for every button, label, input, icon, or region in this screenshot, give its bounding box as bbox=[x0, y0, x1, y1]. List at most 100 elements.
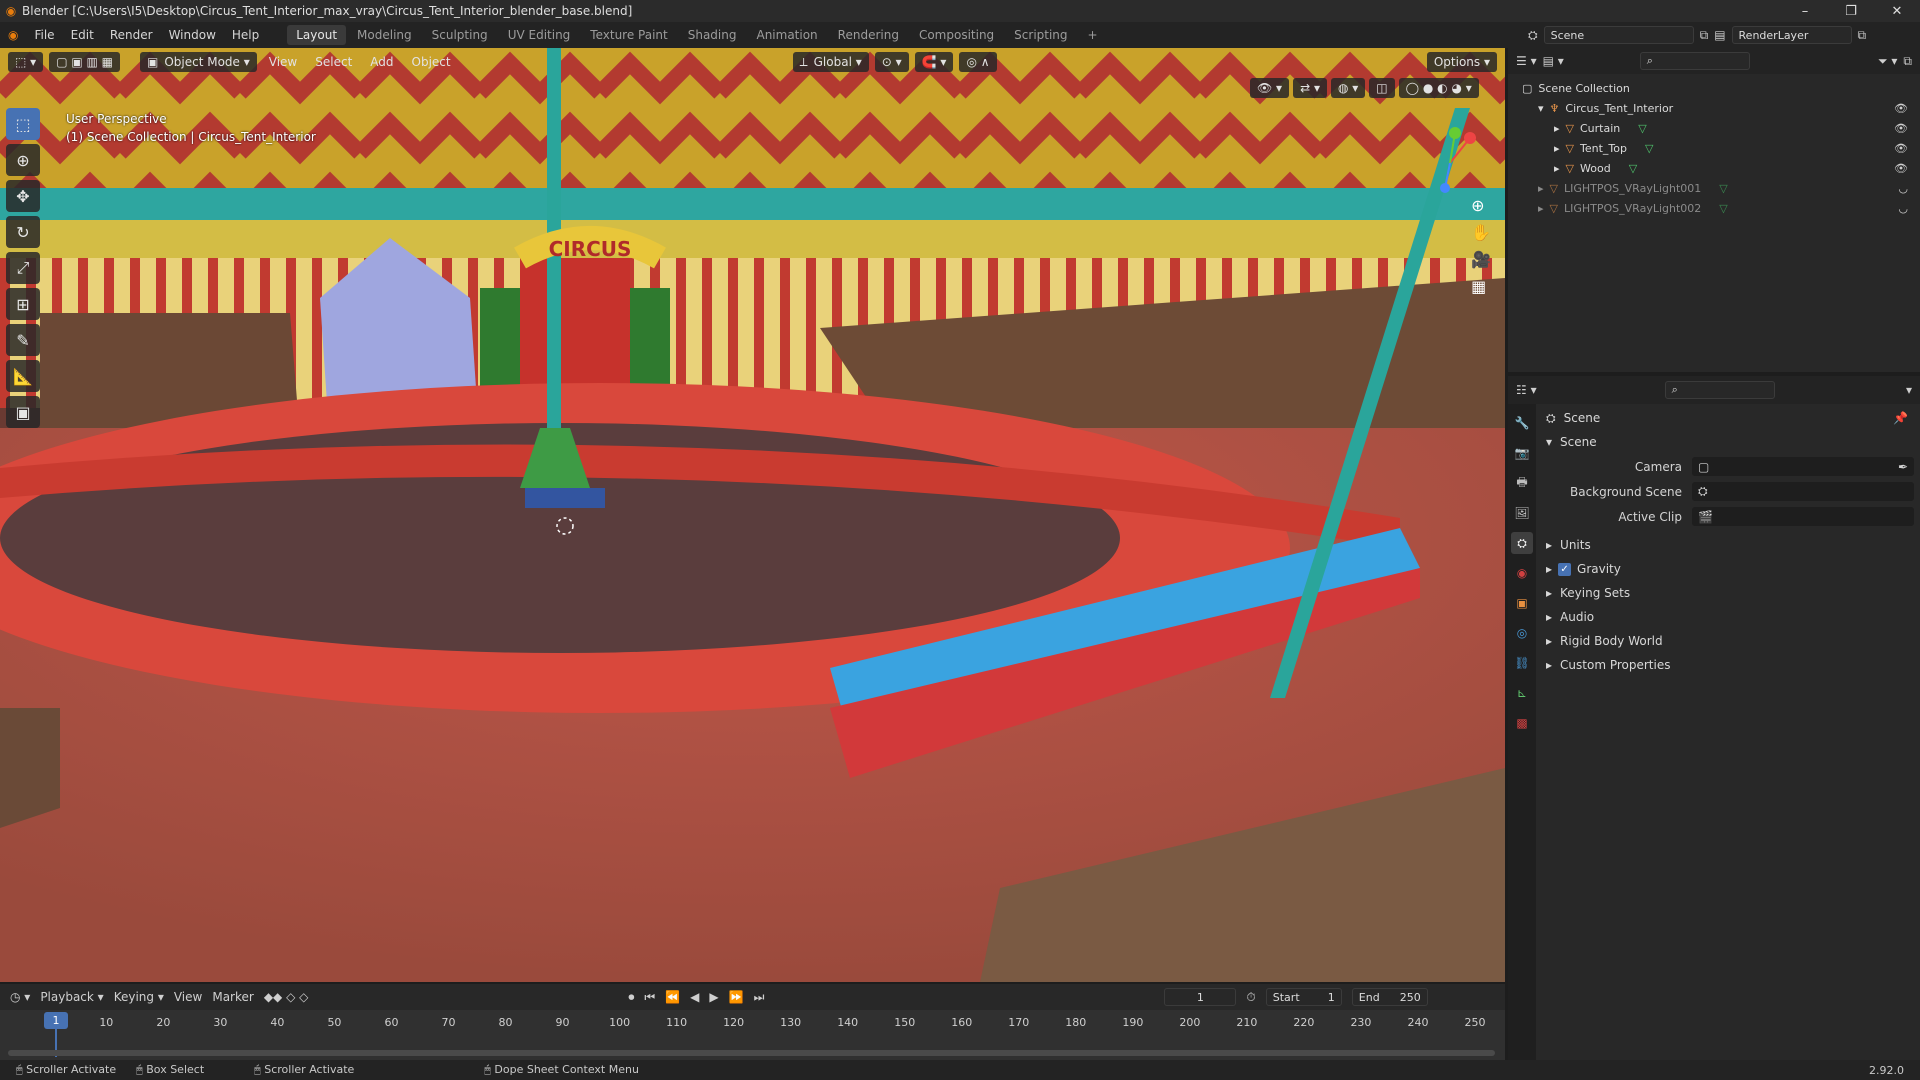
menu-window[interactable]: Window bbox=[161, 28, 224, 42]
output-tab-icon[interactable]: 🖶 bbox=[1511, 472, 1533, 494]
menu-render[interactable]: Render bbox=[102, 28, 161, 42]
xray-icon[interactable]: ◫ bbox=[1369, 78, 1395, 98]
properties-options-icon[interactable]: ▾ bbox=[1906, 383, 1912, 397]
menu-keying[interactable]: Keying ▾ bbox=[114, 990, 164, 1004]
panel-audio[interactable]: ▸ Audio bbox=[1542, 605, 1914, 629]
panel-custom-properties[interactable]: ▸ Custom Properties bbox=[1542, 653, 1914, 677]
menu-file[interactable]: File bbox=[26, 28, 62, 42]
view-layer-field[interactable]: RenderLayer bbox=[1731, 26, 1852, 44]
panel-scene-header[interactable]: ▾ Scene bbox=[1542, 430, 1914, 454]
expand-arrow-icon[interactable]: ▸ bbox=[1538, 202, 1544, 215]
texture-tab-icon[interactable]: ▩ bbox=[1511, 712, 1533, 734]
tab-animation[interactable]: Animation bbox=[747, 25, 826, 45]
measure-tool[interactable]: 📐 bbox=[6, 360, 40, 392]
scale-tool[interactable]: ⤢ bbox=[6, 252, 40, 284]
add-cube-tool[interactable]: ▣ bbox=[6, 396, 40, 428]
tab-scripting[interactable]: Scripting bbox=[1005, 25, 1076, 45]
gravity-checkbox[interactable]: ✓ bbox=[1558, 562, 1572, 576]
visibility-eye-icon[interactable]: 👁 bbox=[1894, 102, 1908, 115]
filter-icon[interactable]: ⏷ ▾ bbox=[1878, 54, 1897, 69]
editor-type-selector[interactable]: ⬚ ▾ bbox=[8, 52, 44, 72]
annotate-tool[interactable]: ✎ bbox=[6, 324, 40, 356]
menu-view[interactable]: View bbox=[263, 55, 303, 69]
next-keyframe-icon[interactable]: ⏩ bbox=[729, 990, 744, 1004]
shading-mode-icon[interactable]: ◯ ● ◐ ◕ ▾ bbox=[1398, 78, 1479, 98]
rotate-tool[interactable]: ↻ bbox=[6, 216, 40, 248]
visibility-eye-icon[interactable]: 👁 bbox=[1894, 142, 1908, 155]
world-tab-icon[interactable]: ◉ bbox=[1511, 562, 1533, 584]
prev-keyframe-icon[interactable]: ⏪ bbox=[665, 990, 680, 1004]
tool-tab-icon[interactable]: 🔧 bbox=[1511, 412, 1533, 434]
keyframe-icon[interactable]: ◆◆ ◇ ◇ bbox=[264, 990, 309, 1004]
camera-view-icon[interactable]: 🎥 bbox=[1471, 250, 1491, 269]
tab-rendering[interactable]: Rendering bbox=[829, 25, 908, 45]
outliner-root[interactable]: ▢ Scene Collection bbox=[1508, 78, 1920, 98]
gizmo-toggle-icon[interactable]: ⇄ ▾ bbox=[1293, 78, 1327, 98]
scene-new-icon[interactable]: ⧉ bbox=[1700, 28, 1709, 43]
scene-field[interactable]: Scene bbox=[1543, 26, 1694, 44]
select-mode-icon[interactable]: ▢ ▣ ▥ ▦ bbox=[49, 52, 120, 72]
visibility-eye-icon[interactable]: 👁 bbox=[1894, 162, 1908, 175]
zoom-icon[interactable]: ⊕ bbox=[1471, 196, 1491, 215]
outliner-editor-icon[interactable]: ☰ ▾ bbox=[1516, 54, 1537, 68]
menu-edit[interactable]: Edit bbox=[63, 28, 102, 42]
play-reverse-icon[interactable]: ◀ bbox=[690, 990, 699, 1004]
visibility-eye-icon[interactable]: 👁 bbox=[1894, 122, 1908, 135]
maximize-button[interactable]: ❐ bbox=[1828, 4, 1874, 19]
record-icon[interactable]: ⏺ bbox=[628, 990, 634, 1005]
expand-arrow-icon[interactable]: ▸ bbox=[1554, 142, 1560, 155]
outliner-row-vraylight002[interactable]: ▸ ▽ LIGHTPOS_VRayLight002 ▽ ◡ bbox=[1508, 198, 1920, 218]
select-box-tool[interactable]: ⬚ bbox=[6, 108, 40, 140]
properties-search-input[interactable]: ⌕ bbox=[1664, 381, 1775, 399]
camera-field[interactable]: ▢ ✒ bbox=[1692, 457, 1914, 476]
menu-timeline-view[interactable]: View bbox=[174, 990, 202, 1004]
pin-icon[interactable]: 📌 bbox=[1893, 411, 1908, 425]
move-tool[interactable]: ✥ bbox=[6, 180, 40, 212]
render-tab-icon[interactable]: 📷 bbox=[1511, 442, 1533, 464]
hidden-eye-icon[interactable]: ◡ bbox=[1898, 202, 1908, 215]
physics-tab-icon[interactable]: ◎ bbox=[1511, 622, 1533, 644]
data-tab-icon[interactable]: ⊾ bbox=[1511, 682, 1533, 704]
transform-orientation-dropdown[interactable]: ⟂ Global ▾ bbox=[792, 52, 869, 72]
stopwatch-icon[interactable]: ⏱ bbox=[1246, 990, 1255, 1005]
expand-arrow-icon[interactable]: ▸ bbox=[1554, 122, 1560, 135]
timeline-area[interactable]: 10 20 30 40 50 60 70 80 90 100 110 120 130 140 150 160 1… bbox=[0, 1010, 1505, 1060]
pan-hand-icon[interactable]: ✋ bbox=[1471, 223, 1491, 242]
menu-marker[interactable]: Marker bbox=[212, 990, 253, 1004]
tab-texture-paint[interactable]: Texture Paint bbox=[581, 25, 676, 45]
minimize-button[interactable]: – bbox=[1782, 4, 1828, 19]
outliner-row-vraylight001[interactable]: ▸ ▽ LIGHTPOS_VRayLight001 ▽ ◡ bbox=[1508, 178, 1920, 198]
panel-rigid-body-world[interactable]: ▸ Rigid Body World bbox=[1542, 629, 1914, 653]
menu-help[interactable]: Help bbox=[224, 28, 267, 42]
proportional-edit-icon[interactable]: ◎ ∧ bbox=[959, 52, 997, 72]
timeline-editor-icon[interactable]: ◷ ▾ bbox=[10, 990, 30, 1004]
outliner-row-tent-top[interactable]: ▸ ▽ Tent_Top ▽ 👁 bbox=[1508, 138, 1920, 158]
properties-editor-icon[interactable]: ☷ ▾ bbox=[1516, 383, 1537, 397]
tab-layout[interactable]: Layout bbox=[287, 25, 347, 45]
expand-arrow-icon[interactable]: ▾ bbox=[1538, 102, 1544, 115]
options-button[interactable]: Options ▾ bbox=[1426, 52, 1497, 72]
display-mode-icon[interactable]: ▤ ▾ bbox=[1543, 54, 1564, 68]
tab-modeling[interactable]: Modeling bbox=[348, 25, 421, 45]
object-mode-dropdown[interactable]: ▣ Object Mode ▾ bbox=[139, 52, 257, 72]
play-icon[interactable]: ▶ bbox=[709, 990, 718, 1004]
scene-tab-icon[interactable]: ⛭ bbox=[1511, 532, 1533, 554]
editor-type-icon[interactable]: ◉ bbox=[0, 28, 26, 42]
close-button[interactable]: ✕ bbox=[1874, 4, 1920, 19]
overlay-toggle-icon[interactable]: ◍ ▾ bbox=[1330, 78, 1366, 98]
menu-add[interactable]: Add bbox=[364, 55, 399, 69]
cursor-tool[interactable]: ⊕ bbox=[6, 144, 40, 176]
new-collection-icon[interactable]: ⧉ bbox=[1903, 54, 1912, 69]
eyedropper-icon[interactable]: ✒ bbox=[1898, 460, 1908, 474]
playhead[interactable]: 1 bbox=[44, 1012, 68, 1029]
background-scene-field[interactable]: ⛭ bbox=[1692, 482, 1914, 501]
outliner-search-input[interactable]: ⌕ bbox=[1639, 52, 1750, 70]
tab-uv-editing[interactable]: UV Editing bbox=[499, 25, 580, 45]
visibility-icon[interactable]: 👁 ▾ bbox=[1250, 78, 1290, 98]
snap-icon[interactable]: 🧲 ▾ bbox=[914, 52, 954, 72]
add-workspace-button[interactable]: + bbox=[1079, 25, 1107, 45]
transform-tool[interactable]: ⊞ bbox=[6, 288, 40, 320]
view-layer-tab-icon[interactable]: 🖼 bbox=[1511, 502, 1533, 524]
menu-object[interactable]: Object bbox=[406, 55, 457, 69]
navigation-gizmo[interactable] bbox=[1415, 108, 1485, 208]
